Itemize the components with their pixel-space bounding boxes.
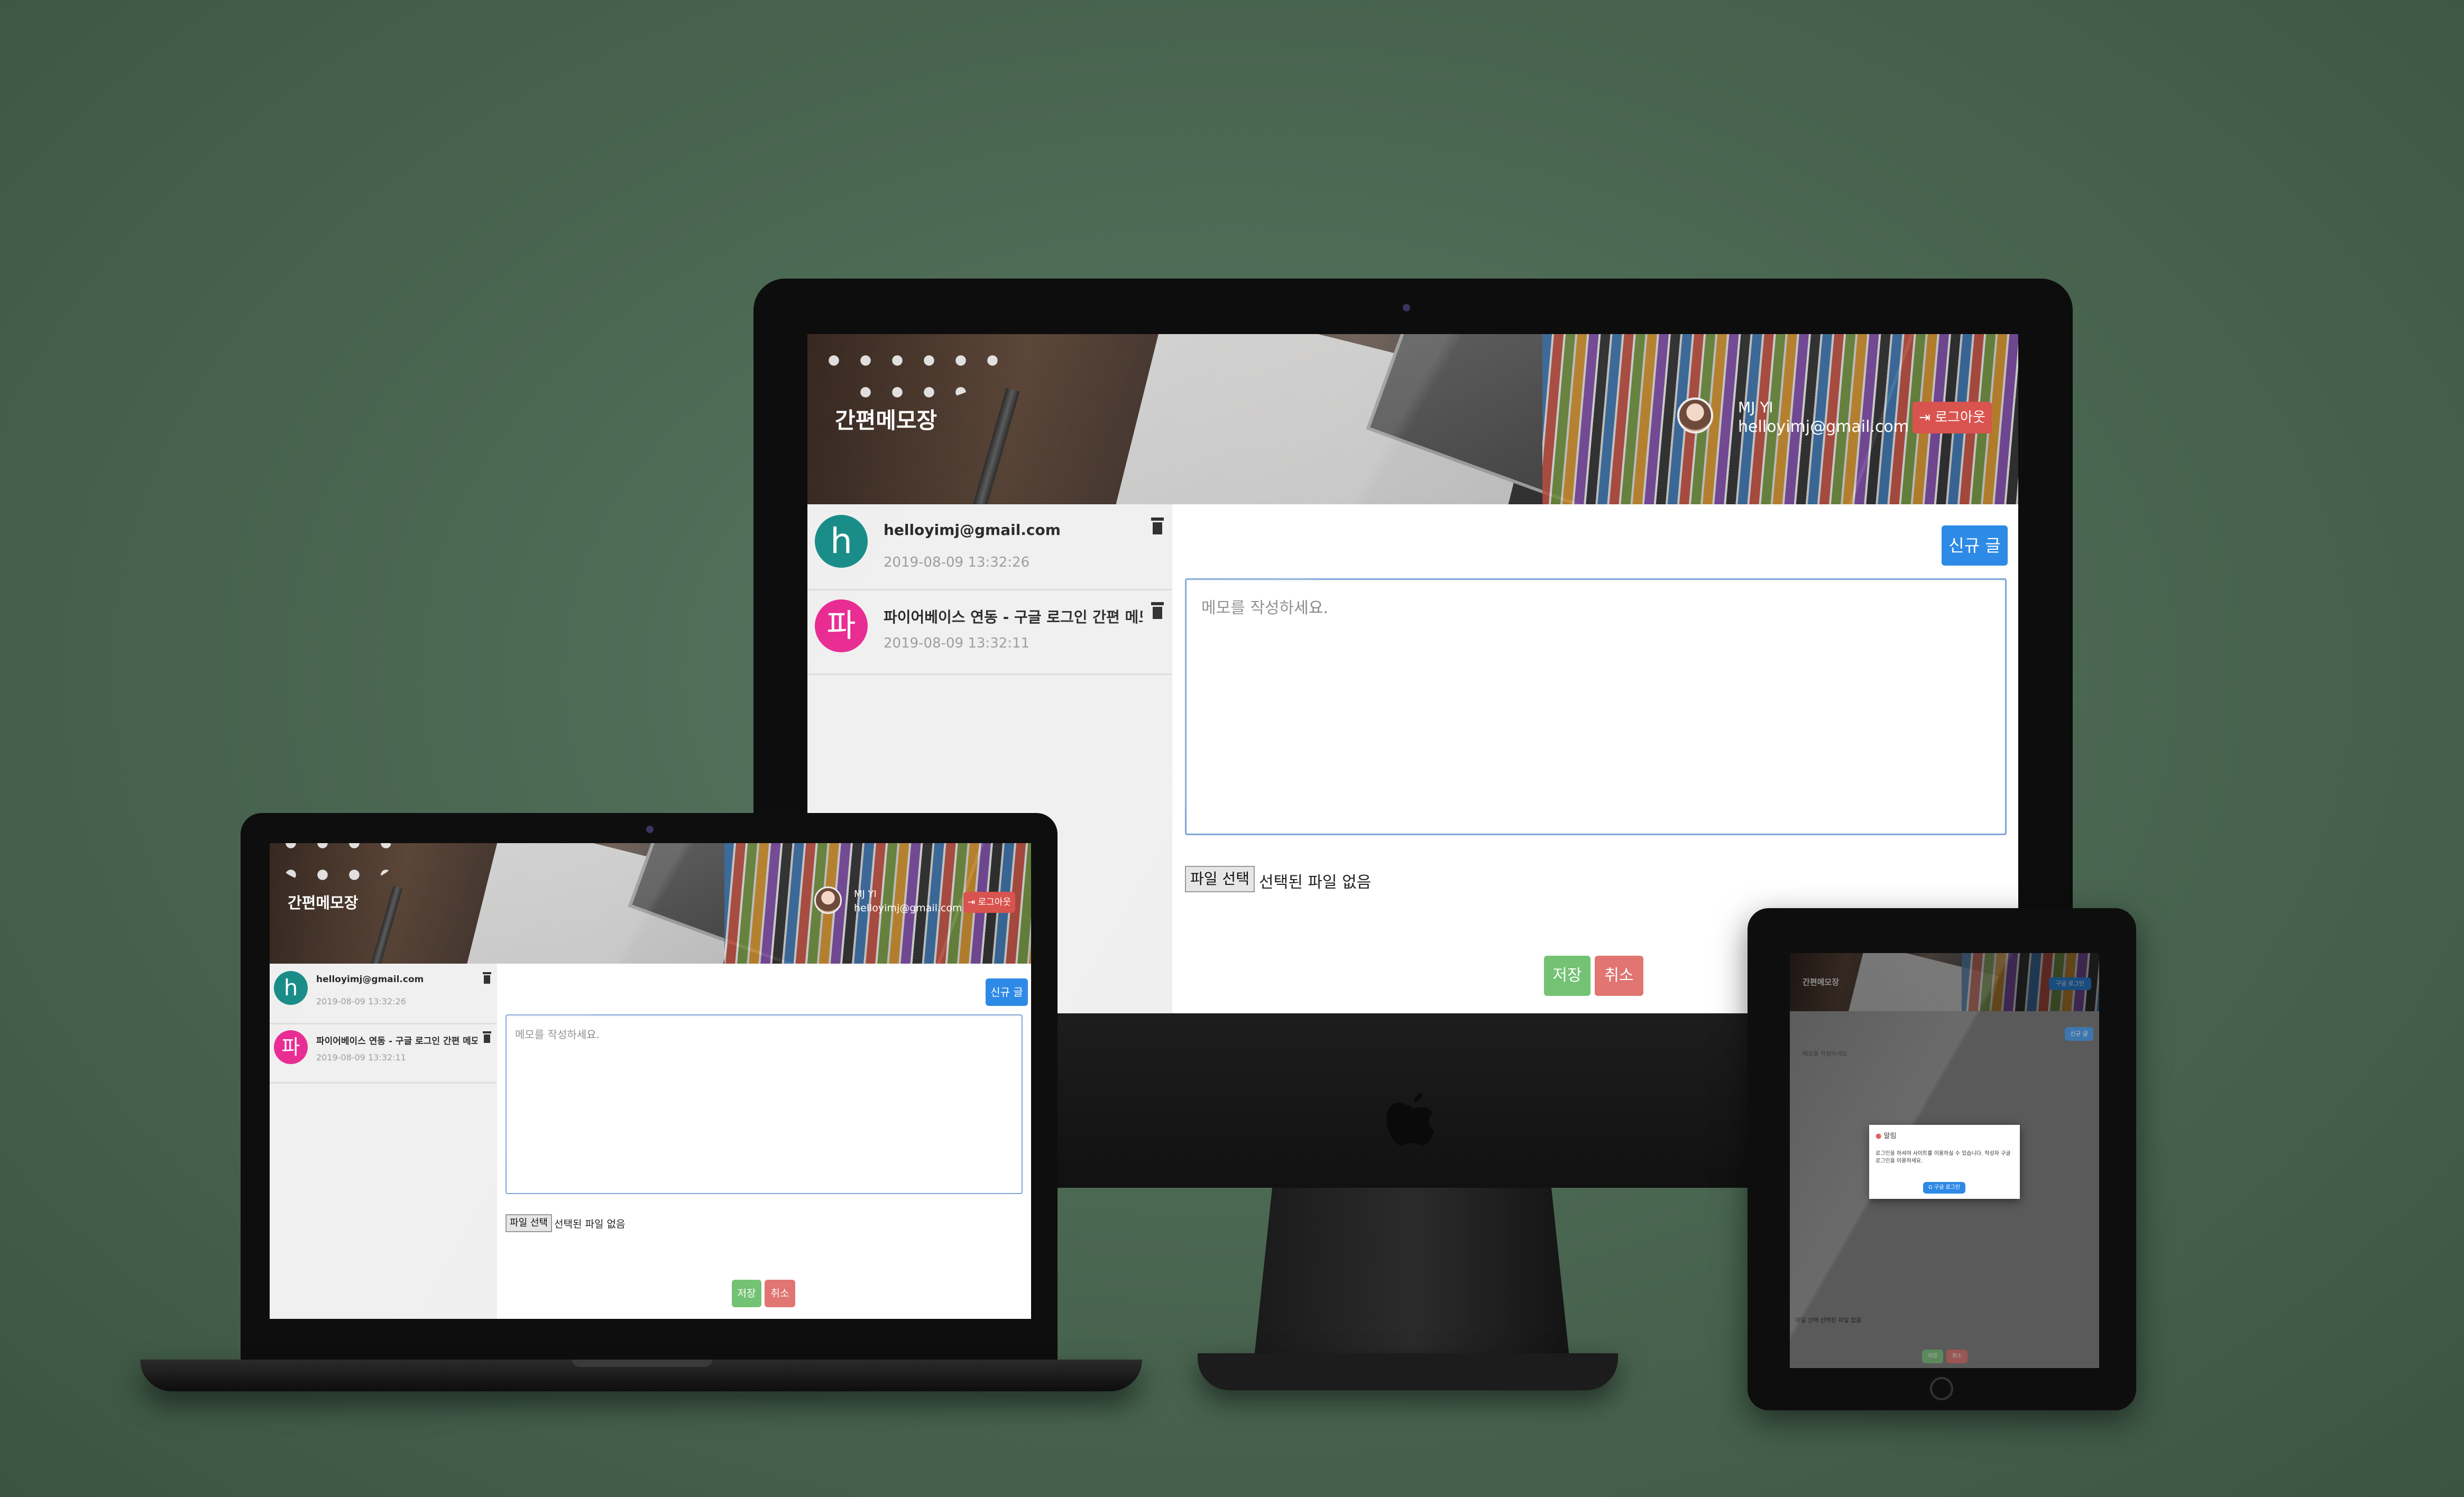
cancel-button[interactable]: 취소 [1595, 956, 1643, 996]
trash-icon[interactable] [483, 1031, 491, 1043]
header-banner: 간편메모장 구글 로그인 [1790, 953, 2099, 1011]
trash-icon[interactable] [1151, 602, 1164, 619]
memo-avatar: h [815, 515, 868, 568]
imac-foot [1198, 1353, 1618, 1390]
pencil-decoration [968, 387, 1020, 504]
trash-icon[interactable] [1151, 518, 1164, 534]
trash-icon[interactable] [483, 972, 491, 984]
memo-avatar: 파 [815, 599, 868, 652]
memo-avatar: h [274, 971, 308, 1005]
new-memo-button[interactable]: 신규 글 [986, 978, 1028, 1006]
file-status: 선택된 파일 없음 [554, 1218, 626, 1230]
memo-textarea[interactable]: 메모를 작성하세요. [505, 1014, 1023, 1194]
tablet-screen: 간편메모장 구글 로그인 신규 글 메모를 작성하세요. 파일 선택 선택된 파… [1790, 953, 2099, 1368]
logout-button[interactable]: ⇥ 로그아웃 [1913, 402, 1992, 433]
header-banner: 간편메모장 MJ YI helloyimj@gmail.com ⇥ 로그아웃 [270, 843, 1031, 964]
file-select-button[interactable]: 파일 선택 [1185, 866, 1255, 892]
list-item[interactable]: h helloyimj@gmail.com 2019-08-09 13:32:2… [270, 964, 497, 1024]
memo-date: 2019-08-09 13:32:11 [884, 635, 1030, 651]
new-memo-button[interactable]: 신규 글 [1942, 525, 2008, 566]
cancel-button[interactable]: 취소 [1946, 1350, 1967, 1363]
apple-logo-icon [1386, 1093, 1435, 1145]
alert-header: ● 알림 [1875, 1132, 1897, 1140]
alert-message: 로그인을 하셔야 사이트를 이용하실 수 있습니다. 작성자 구글 로그인을 이… [1875, 1151, 2011, 1164]
memo-date: 2019-08-09 13:32:11 [316, 1052, 406, 1062]
memo-title: 파이어베이스 연동 - 구글 로그인 간편 메모 [316, 1036, 477, 1047]
google-icon: G [1928, 1185, 1933, 1190]
file-status: 선택된 파일 없음 [1259, 873, 1372, 892]
user-name: MJ YI [854, 889, 877, 900]
file-select-button[interactable]: 파일 선택 [505, 1214, 552, 1232]
logout-icon: ⇥ [1919, 410, 1930, 426]
cancel-button[interactable]: 취소 [765, 1280, 795, 1307]
imac-camera [1403, 304, 1410, 311]
memo-placeholder: 메모를 작성하세요. [1803, 1050, 1849, 1057]
file-row: 파일 선택 선택된 파일 없음 [1795, 1317, 1862, 1324]
user-email: helloyimj@gmail.com [1738, 418, 1909, 436]
memo-date: 2019-08-09 13:32:26 [884, 555, 1030, 570]
imac-stand [1253, 1188, 1570, 1367]
memo-textarea[interactable]: 메모를 작성하세요. [1185, 578, 2007, 835]
memo-placeholder: 메모를 작성하세요. [515, 1028, 600, 1041]
app-title: 간편메모장 [288, 894, 358, 912]
pencil-decoration [368, 885, 403, 964]
laptop-camera [646, 826, 654, 833]
app-title: 간편메모장 [835, 408, 937, 433]
memo-title: helloyimj@gmail.com [884, 521, 1061, 539]
user-email: helloyimj@gmail.com [854, 902, 962, 914]
memo-title: 파이어베이스 연동 - 구글 로그인 간편 메모 [884, 608, 1143, 626]
google-login-button[interactable]: G 구글 로그인 [1923, 1182, 1965, 1194]
new-memo-button[interactable]: 신규 글 [2065, 1027, 2093, 1041]
save-button[interactable]: 저장 [1922, 1350, 1943, 1363]
save-button[interactable]: 저장 [1544, 956, 1590, 996]
laptop-notch [572, 1360, 712, 1367]
memo-date: 2019-08-09 13:32:26 [316, 996, 406, 1006]
login-alert-dialog: ● 알림 로그인을 하셔야 사이트를 이용하실 수 있습니다. 작성자 구글 로… [1869, 1125, 2020, 1199]
app-title: 간편메모장 [1803, 977, 1840, 987]
user-avatar [814, 886, 842, 914]
list-item[interactable]: h helloyimj@gmail.com 2019-08-09 13:32:2… [807, 504, 1172, 590]
editor-panel: 신규 글 메모를 작성하세요. 파일 선택 선택된 파일 없음 저장 취소 [497, 964, 1031, 1319]
save-button[interactable]: 저장 [732, 1280, 761, 1307]
logout-button[interactable]: ⇥ 로그아웃 [963, 892, 1015, 913]
header-banner: 간편메모장 MJ YI helloyimj@gmail.com ⇥ 로그아웃 [807, 334, 2018, 504]
laptop-screen: 간편메모장 MJ YI helloyimj@gmail.com ⇥ 로그아웃 h… [270, 843, 1031, 1319]
google-login-button-top[interactable]: 구글 로그인 [2049, 977, 2091, 990]
logout-icon: ⇥ [967, 897, 976, 908]
flowers-decoration [275, 843, 397, 885]
memo-placeholder: 메모를 작성하세요. [1201, 599, 1328, 617]
list-item[interactable]: 파 파이어베이스 연동 - 구글 로그인 간편 메모 2019-08-09 13… [807, 589, 1172, 675]
flowers-decoration [818, 334, 998, 403]
user-name: MJ YI [1738, 399, 1773, 416]
memo-list: h helloyimj@gmail.com 2019-08-09 13:32:2… [270, 964, 497, 1319]
list-item[interactable]: 파 파이어베이스 연동 - 구글 로그인 간편 메모 2019-08-09 13… [270, 1023, 497, 1084]
memo-avatar: 파 [274, 1030, 308, 1064]
tablet-home-button[interactable] [1930, 1377, 1953, 1400]
alert-icon: ● [1875, 1132, 1882, 1140]
user-avatar [1677, 398, 1713, 433]
memo-title: helloyimj@gmail.com [316, 974, 424, 985]
